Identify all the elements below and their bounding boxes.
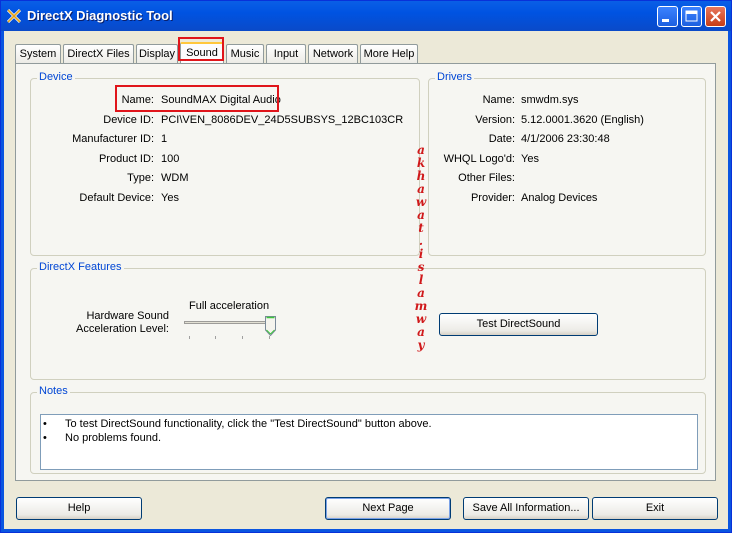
drivers-group-title: Drivers	[435, 71, 474, 83]
type-value: WDM	[161, 172, 189, 184]
tab-more-help[interactable]: More Help	[360, 44, 418, 63]
maximize-icon	[685, 10, 698, 22]
device-id-value: PCI\VEN_8086DEV_24D5SUBSYS_12BC103CREV_0	[161, 114, 404, 126]
close-icon	[710, 11, 721, 22]
close-button[interactable]	[705, 6, 726, 27]
note-line-1: To test DirectSound functionality, click…	[65, 418, 432, 430]
hw-accel-label-line1: Hardware Sound	[86, 310, 169, 322]
device-name-highlight	[115, 85, 279, 112]
default-device-label: Default Device:	[79, 192, 154, 204]
save-all-information-button[interactable]: Save All Information...	[463, 497, 589, 520]
tab-directx-files[interactable]: DirectX Files	[63, 44, 134, 63]
provider-value: Analog Devices	[521, 192, 598, 204]
tab-network[interactable]: Network	[308, 44, 358, 63]
test-directsound-button[interactable]: Test DirectSound	[439, 313, 598, 336]
minimize-icon	[662, 19, 669, 22]
notes-group-title: Notes	[37, 385, 70, 397]
product-id-value: 100	[161, 153, 180, 165]
slider-track	[184, 321, 276, 324]
window-title: DirectX Diagnostic Tool	[27, 8, 173, 23]
acceleration-value-text: Full acceleration	[189, 300, 270, 312]
minimize-button[interactable]	[657, 6, 678, 27]
help-button[interactable]: Help	[16, 497, 142, 520]
device-id-label: Device ID:	[103, 114, 154, 126]
slider-tick	[242, 336, 243, 339]
driver-name-label: Name:	[482, 94, 515, 106]
driver-date-label: Date:	[488, 133, 515, 145]
notes-group: Notes • To test DirectSound functionalit…	[30, 385, 706, 474]
provider-label: Provider:	[470, 192, 515, 204]
device-group-title: Device	[37, 71, 75, 83]
main-window: DirectX Diagnostic Tool System DirectX F…	[0, 0, 732, 533]
maximize-button[interactable]	[681, 6, 702, 27]
sound-tab-panel: Device Name: SoundMAX Digital Audio Devi…	[15, 63, 716, 481]
next-page-button[interactable]: Next Page	[325, 497, 451, 520]
tab-display[interactable]: Display	[136, 44, 178, 63]
exit-button[interactable]: Exit	[592, 497, 718, 520]
driver-version-label: Version:	[475, 114, 515, 126]
directx-features-group-title: DirectX Features	[37, 261, 124, 273]
product-id-label: Product ID:	[98, 153, 154, 165]
note-line-2: No problems found.	[65, 432, 161, 444]
type-label: Type:	[127, 172, 154, 184]
manufacturer-id-value: 1	[161, 133, 168, 145]
notes-box[interactable]: • To test DirectSound functionality, cli…	[40, 414, 698, 470]
slider-tick	[269, 336, 270, 339]
watermark-text: akhawat.islamway	[414, 143, 428, 352]
manufacturer-id-label: Manufacturer ID:	[72, 133, 154, 145]
slider-tick	[189, 336, 190, 339]
tab-input[interactable]: Input	[266, 44, 306, 63]
bullet-icon: •	[43, 418, 47, 430]
whql-label: WHQL Logo'd:	[443, 153, 515, 165]
tab-music[interactable]: Music	[226, 44, 264, 63]
slider-thumb[interactable]	[265, 316, 276, 336]
hw-accel-label-line2: Acceleration Level:	[76, 323, 169, 335]
tab-system[interactable]: System	[15, 44, 61, 63]
acceleration-slider[interactable]	[184, 316, 284, 346]
bullet-icon: •	[43, 432, 47, 444]
default-device-value: Yes	[161, 192, 179, 204]
title-bar[interactable]: DirectX Diagnostic Tool	[1, 1, 731, 31]
driver-date-value: 4/1/2006 23:30:48	[521, 133, 610, 145]
dialog-body: System DirectX Files Display Sound Music…	[4, 31, 728, 529]
driver-name-value: smwdm.sys	[521, 94, 579, 106]
whql-value: Yes	[521, 153, 539, 165]
other-files-label: Other Files:	[458, 172, 515, 184]
directx-icon	[7, 9, 21, 23]
sound-tab-highlight	[178, 37, 224, 61]
slider-tick	[215, 336, 216, 339]
driver-version-value: 5.12.0001.3620 (English)	[521, 114, 644, 126]
